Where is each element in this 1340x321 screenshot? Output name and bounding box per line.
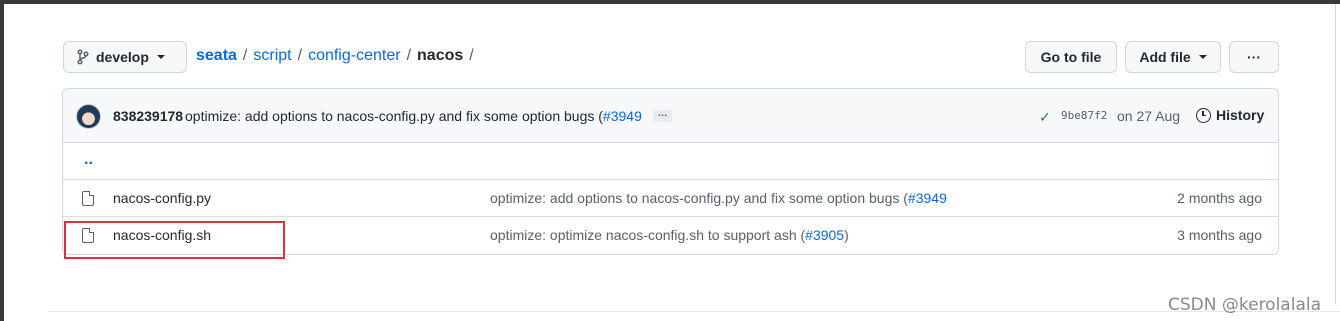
annotation-highlight-box (64, 221, 285, 259)
breadcrumb-script-link[interactable]: script (253, 47, 291, 65)
watermark: CSDN @kerolalala (1168, 295, 1322, 315)
file-commit-message[interactable]: optimize: optimize nacos-config.sh to su… (490, 227, 849, 243)
git-branch-icon (77, 49, 89, 65)
check-icon: ✓ (1039, 109, 1051, 125)
page-bottom-divider (48, 311, 1340, 312)
add-file-label: Add file (1139, 49, 1191, 65)
breadcrumb-config-center-link[interactable]: config-center (308, 47, 401, 65)
file-commit-suffix: ) (844, 227, 849, 243)
add-file-button[interactable]: Add file (1125, 41, 1221, 73)
file-icon (82, 191, 94, 206)
branch-name: develop (96, 49, 149, 65)
file-commit-text: optimize: optimize nacos-config.sh to su… (490, 227, 806, 243)
commit-author-link[interactable]: 838239178 (113, 108, 183, 124)
file-commit-pr-link[interactable]: #3949 (908, 190, 947, 206)
breadcrumb: seata / script / config-center / nacos / (196, 47, 474, 65)
table-row[interactable]: nacos-config.py optimize: add options to… (63, 180, 1278, 217)
kebab-icon: ··· (1247, 49, 1261, 65)
commit-pr-link[interactable]: #3949 (603, 108, 642, 124)
latest-commit-bar: 838239178 optimize: add options to nacos… (63, 89, 1278, 143)
more-options-button[interactable]: ··· (1229, 41, 1279, 73)
breadcrumb-separator: / (242, 47, 248, 64)
page-right-border (1335, 4, 1336, 304)
breadcrumb-separator: / (469, 47, 474, 64)
chevron-down-icon (1198, 55, 1207, 59)
history-icon (1196, 107, 1211, 123)
breadcrumb-current: nacos (417, 47, 464, 64)
file-age: 2 months ago (1177, 190, 1262, 206)
chevron-down-icon (156, 55, 165, 59)
commit-message[interactable]: optimize: add options to nacos-config.py… (185, 108, 642, 124)
commit-message-text: optimize: add options to nacos-config.py… (185, 108, 603, 124)
file-name-link[interactable]: nacos-config.py (113, 190, 211, 206)
file-commit-message[interactable]: optimize: add options to nacos-config.py… (490, 190, 947, 206)
parent-directory-row[interactable]: .. (63, 143, 1278, 180)
history-label: History (1216, 107, 1265, 123)
parent-directory-link[interactable]: .. (84, 151, 93, 169)
commit-sha-link[interactable]: 9be87f2 (1061, 109, 1107, 122)
file-commit-text: optimize: add options to nacos-config.py… (490, 190, 908, 206)
avatar[interactable] (76, 104, 101, 129)
expand-commit-button[interactable]: … (653, 109, 672, 122)
breadcrumb-separator: / (297, 47, 303, 64)
window-top-edge (0, 0, 1340, 4)
file-age: 3 months ago (1177, 227, 1262, 243)
file-commit-pr-link[interactable]: #3905 (805, 227, 844, 243)
breadcrumb-separator: / (406, 47, 412, 64)
commit-date: on 27 Aug (1117, 108, 1181, 124)
breadcrumb-repo-link[interactable]: seata (196, 47, 237, 65)
history-link[interactable]: History (1196, 107, 1264, 123)
window-left-edge (0, 4, 4, 321)
go-to-file-label: Go to file (1040, 49, 1102, 65)
go-to-file-button[interactable]: Go to file (1025, 41, 1117, 73)
branch-select-button[interactable]: develop (63, 41, 187, 73)
